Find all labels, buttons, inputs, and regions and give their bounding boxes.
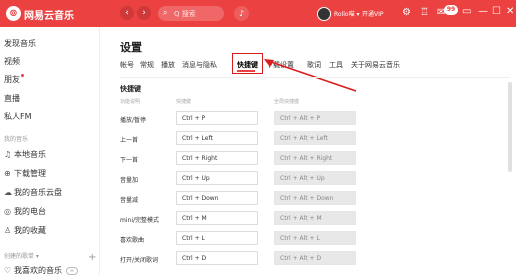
title-bar: ⊚ 网易云音乐 ‹ › ⌕ Q 搜索 ♪ Rollo喵 ▾ 开通VIP ⚙ ♖ …	[0, 0, 516, 27]
sidebar-item-liked-music[interactable]: ♡ 我喜欢的音乐 ∞	[4, 265, 78, 275]
tab-general[interactable]: 常规	[140, 60, 154, 70]
forward-button[interactable]: ›	[137, 6, 151, 20]
shortcut-label: mini/完整模式	[120, 217, 160, 224]
shortcut-label: 下一首	[120, 157, 139, 164]
shortcut-label: 上一首	[120, 137, 139, 144]
section-my-music: 我的音乐	[4, 136, 29, 143]
shortcut-field[interactable]: Ctrl + L	[176, 231, 258, 245]
notification-dot	[21, 74, 24, 77]
download-icon: ⊕	[4, 169, 11, 178]
settings-panel: 设置 帐号 常规 播放 消息与隐私 快捷键 下载设置 歌词 工具 关于网易云音乐…	[100, 27, 516, 275]
cloud-icon: ☁	[4, 188, 12, 197]
avatar[interactable]	[317, 7, 331, 21]
sidebar-item-label: 我的音乐云盘	[14, 188, 62, 197]
tab-playback[interactable]: 播放	[161, 60, 175, 70]
shortcut-label: 播放/暂停	[120, 117, 147, 124]
sidebar-item-live[interactable]: 直播	[4, 93, 20, 104]
column-header-local: 快捷键	[176, 99, 192, 105]
tab-privacy[interactable]: 消息与隐私	[182, 60, 217, 70]
shortcut-label: 喜欢歌曲	[120, 237, 145, 244]
shortcut-label: 音量加	[120, 177, 139, 184]
sidebar-item-radio[interactable]: ◎ 我的电台	[4, 206, 46, 217]
section-title-shortcuts: 快捷键	[120, 85, 141, 93]
search-icon: ⌕	[163, 8, 168, 17]
scrollbar[interactable]	[508, 82, 512, 172]
radio-icon: ◎	[4, 207, 11, 216]
global-shortcut-field[interactable]: Ctrl + Alt + Up	[274, 171, 356, 185]
sidebar-item-local-music[interactable]: ♫ 本地音乐	[4, 149, 46, 160]
sidebar-item-video[interactable]: 视频	[4, 56, 20, 67]
search-placeholder: Q 搜索	[174, 10, 196, 18]
annotation-arrow-icon	[264, 59, 357, 92]
heart-outline-icon: ♡	[4, 266, 12, 275]
netease-logo-icon: ⊚	[6, 6, 21, 21]
mini-mode-icon[interactable]: ▭	[462, 6, 471, 18]
section-created-playlists[interactable]: 创建的歌单 ▾	[4, 251, 39, 260]
shortcut-label: 打开/关闭歌词	[120, 257, 159, 264]
sidebar-item-label: 本地音乐	[14, 150, 46, 159]
add-playlist-button[interactable]: +	[88, 252, 96, 263]
sidebar-item-downloads[interactable]: ⊕ 下载管理	[4, 168, 46, 179]
global-shortcut-field[interactable]: Ctrl + Alt + D	[274, 251, 356, 265]
shortcut-label: 音量减	[120, 197, 139, 204]
sidebar-item-label: 我的电台	[14, 207, 46, 216]
username[interactable]: Rollo喵 ▾	[334, 9, 360, 18]
sidebar-item-label: 下载管理	[14, 169, 46, 178]
music-note-icon: ♫	[4, 150, 12, 159]
tab-divider	[120, 77, 510, 78]
vip-link[interactable]: 开通VIP	[362, 9, 384, 18]
sidebar-item-label: 我喜欢的音乐	[14, 266, 62, 275]
shirt-icon[interactable]: ♖	[420, 7, 429, 19]
user-icon: ♙	[4, 226, 12, 235]
shortcut-field[interactable]: Ctrl + D	[176, 251, 258, 265]
sidebar-item-friends-label: 朋友	[4, 75, 20, 84]
shortcut-field[interactable]: Ctrl + Right	[176, 151, 258, 165]
global-shortcut-field[interactable]: Ctrl + Alt + Left	[274, 131, 356, 145]
sidebar-item-friends[interactable]: 朋友	[4, 74, 24, 85]
gear-icon[interactable]: ⚙	[402, 7, 411, 19]
annotation-highlight-box	[232, 53, 263, 74]
sidebar-item-cloud[interactable]: ☁ 我的音乐云盘	[4, 187, 62, 198]
column-header-function: 功能说明	[120, 99, 141, 105]
maximize-icon[interactable]: ☐	[492, 6, 501, 18]
global-shortcut-field[interactable]: Ctrl + Alt + M	[274, 211, 356, 225]
sidebar-item-discover[interactable]: 发现音乐	[4, 38, 36, 49]
shortcut-field[interactable]: Ctrl + Down	[176, 191, 258, 205]
shortcut-field[interactable]: Ctrl + Left	[176, 131, 258, 145]
global-shortcut-field[interactable]: Ctrl + Alt + P	[274, 111, 356, 125]
message-badge: 99	[444, 5, 458, 15]
sidebar-item-favorites[interactable]: ♙ 我的收藏	[4, 225, 46, 236]
app-window: ⊚ 网易云音乐 ‹ › ⌕ Q 搜索 ♪ Rollo喵 ▾ 开通VIP ⚙ ♖ …	[0, 0, 516, 275]
shortcut-field[interactable]: Ctrl + M	[176, 211, 258, 225]
search-input[interactable]: ⌕ Q 搜索	[158, 6, 224, 21]
back-button[interactable]: ‹	[120, 6, 134, 20]
minimize-icon[interactable]: —	[478, 6, 488, 18]
column-header-global: 全局快捷键	[274, 99, 300, 105]
page-title: 设置	[120, 41, 142, 54]
sidebar-item-label: 我的收藏	[14, 226, 46, 235]
heartbeat-mode-icon[interactable]: ∞	[66, 266, 78, 275]
global-shortcut-field[interactable]: Ctrl + Alt + Down	[274, 191, 356, 205]
sidebar-item-fm[interactable]: 私人FM	[4, 111, 32, 122]
microphone-icon[interactable]: ♪	[234, 6, 249, 21]
shortcut-field[interactable]: Ctrl + P	[176, 111, 258, 125]
sidebar: 发现音乐 视频 朋友 直播 私人FM 我的音乐 ♫ 本地音乐 ⊕ 下载管理 ☁ 我的音…	[0, 27, 100, 275]
close-icon[interactable]: ✕	[506, 6, 514, 18]
app-name: 网易云音乐	[24, 11, 74, 22]
global-shortcut-field[interactable]: Ctrl + Alt + Right	[274, 151, 356, 165]
global-shortcut-field[interactable]: Ctrl + Alt + L	[274, 231, 356, 245]
shortcut-field[interactable]: Ctrl + Up	[176, 171, 258, 185]
tab-account[interactable]: 帐号	[120, 60, 134, 70]
